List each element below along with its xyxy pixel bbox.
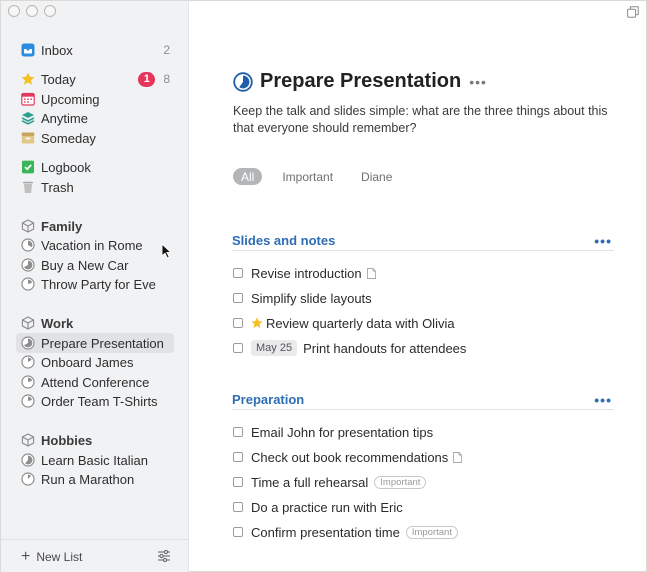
project-progress-icon	[20, 355, 35, 370]
todo-checkbox[interactable]	[233, 293, 243, 303]
todo-checkbox[interactable]	[233, 527, 243, 537]
today-due-badge: 1	[138, 71, 156, 87]
project-title[interactable]: Prepare Presentation	[260, 70, 461, 93]
tag-filter-all[interactable]: All	[233, 168, 263, 185]
calendar-icon	[20, 92, 35, 107]
project-progress-icon	[20, 238, 35, 253]
todo-checkbox[interactable]	[233, 268, 243, 278]
sidebar-area-family[interactable]: Family	[16, 216, 174, 236]
layers-icon	[20, 111, 35, 126]
project-header: Prepare Presentation •••	[233, 70, 487, 93]
sidebar-item-trash[interactable]: Trash	[16, 177, 174, 197]
todo-item[interactable]: Simplify slide layouts	[233, 288, 372, 308]
star-icon	[20, 72, 35, 87]
sidebar-project-vacation-in-rome[interactable]: Vacation in Rome	[16, 235, 174, 255]
star-icon	[251, 317, 263, 328]
sidebar-project-prepare-presentation[interactable]: Prepare Presentation	[16, 333, 174, 353]
todo-checkbox[interactable]	[233, 502, 243, 512]
sidebar-project-onboard-james[interactable]: Onboard James	[16, 352, 174, 372]
new-list-button[interactable]: New List	[36, 550, 82, 564]
trash-icon	[20, 180, 35, 195]
project-progress-icon	[20, 394, 35, 409]
date-badge: May 25	[251, 340, 298, 356]
sidebar-item-upcoming[interactable]: Upcoming	[16, 89, 174, 109]
todo-checkbox[interactable]	[233, 427, 243, 437]
sidebar-item-today[interactable]: Today 1 8	[16, 69, 174, 89]
sliders-settings-icon[interactable]	[157, 549, 171, 563]
note-icon	[453, 451, 463, 463]
todo-checkbox[interactable]	[233, 477, 243, 487]
sidebar-footer: + New List	[1, 539, 189, 572]
project-progress-icon	[20, 277, 35, 292]
zoom-window-button[interactable]	[44, 5, 56, 17]
area-cube-icon	[20, 316, 35, 331]
project-progress-icon	[20, 375, 35, 390]
project-progress-icon	[20, 453, 35, 468]
heading-more-options-button[interactable]: •••	[594, 233, 614, 249]
todo-checkbox[interactable]	[233, 452, 243, 462]
project-more-options-button[interactable]: •••	[469, 74, 487, 90]
sidebar-item-inbox[interactable]: Inbox 2	[16, 40, 174, 60]
todo-item[interactable]: Confirm presentation time Important	[233, 522, 458, 542]
sidebar-project-throw-party-for-eve[interactable]: Throw Party for Eve	[16, 274, 174, 294]
project-progress-icon	[20, 336, 35, 351]
todo-item[interactable]: Review quarterly data with Olivia	[233, 313, 455, 333]
sidebar-item-anytime[interactable]: Anytime	[16, 108, 174, 128]
todo-checkbox[interactable]	[233, 343, 243, 353]
todo-item[interactable]: Email John for presentation tips	[233, 422, 433, 442]
project-notes[interactable]: Keep the talk and slides simple: what ar…	[233, 103, 613, 137]
app-window: Inbox 2 Today 1 8 Upcoming Anytime Somed…	[0, 0, 647, 572]
tag-badge: Important	[374, 475, 427, 489]
heading-slides-and-notes[interactable]: Slides and notes •••	[232, 231, 614, 251]
todo-item[interactable]: Time a full rehearsal Important	[233, 472, 427, 492]
todo-checkbox[interactable]	[233, 318, 243, 328]
todo-item[interactable]: May 25 Print handouts for attendees	[233, 338, 466, 358]
sidebar-area-work[interactable]: Work	[16, 313, 174, 333]
mouse-pointer-icon	[161, 243, 172, 259]
inbox-icon	[20, 43, 35, 58]
area-cube-icon	[20, 219, 35, 234]
project-progress-icon	[20, 258, 35, 273]
tag-badge: Important	[405, 525, 458, 539]
sidebar-item-someday[interactable]: Someday	[16, 128, 174, 148]
todo-item[interactable]: Do a practice run with Eric	[233, 497, 403, 517]
note-icon	[366, 267, 376, 279]
archive-box-icon	[20, 131, 35, 146]
todo-item[interactable]: Revise introduction	[233, 263, 376, 283]
area-cube-icon	[20, 433, 35, 448]
plus-icon[interactable]: +	[21, 548, 30, 565]
heading-preparation[interactable]: Preparation •••	[232, 390, 614, 410]
tag-filter-diane[interactable]: Diane	[353, 168, 400, 185]
sidebar: Inbox 2 Today 1 8 Upcoming Anytime Somed…	[1, 1, 189, 572]
sidebar-project-attend-conference[interactable]: Attend Conference	[16, 372, 174, 392]
sidebar-item-logbook[interactable]: Logbook	[16, 157, 174, 177]
minimize-window-button[interactable]	[26, 5, 38, 17]
checkbook-icon	[20, 160, 35, 175]
window-controls	[8, 5, 56, 17]
tag-filter-bar: All Important Diane	[233, 168, 400, 185]
sidebar-area-hobbies[interactable]: Hobbies	[16, 430, 174, 450]
duplicate-window-icon[interactable]	[627, 6, 639, 18]
heading-more-options-button[interactable]: •••	[594, 392, 614, 408]
sidebar-project-buy-a-new-car[interactable]: Buy a New Car	[16, 255, 174, 275]
project-progress-pie-icon	[233, 71, 253, 92]
sidebar-project-order-team-t-shirts[interactable]: Order Team T-Shirts	[16, 391, 174, 411]
close-window-button[interactable]	[8, 5, 20, 17]
sidebar-project-run-a-marathon[interactable]: Run a Marathon	[16, 469, 174, 489]
tag-filter-important[interactable]: Important	[274, 168, 341, 185]
project-progress-icon	[20, 472, 35, 487]
todo-item[interactable]: Check out book recommendations	[233, 447, 463, 467]
sidebar-project-learn-basic-italian[interactable]: Learn Basic Italian	[16, 450, 174, 470]
